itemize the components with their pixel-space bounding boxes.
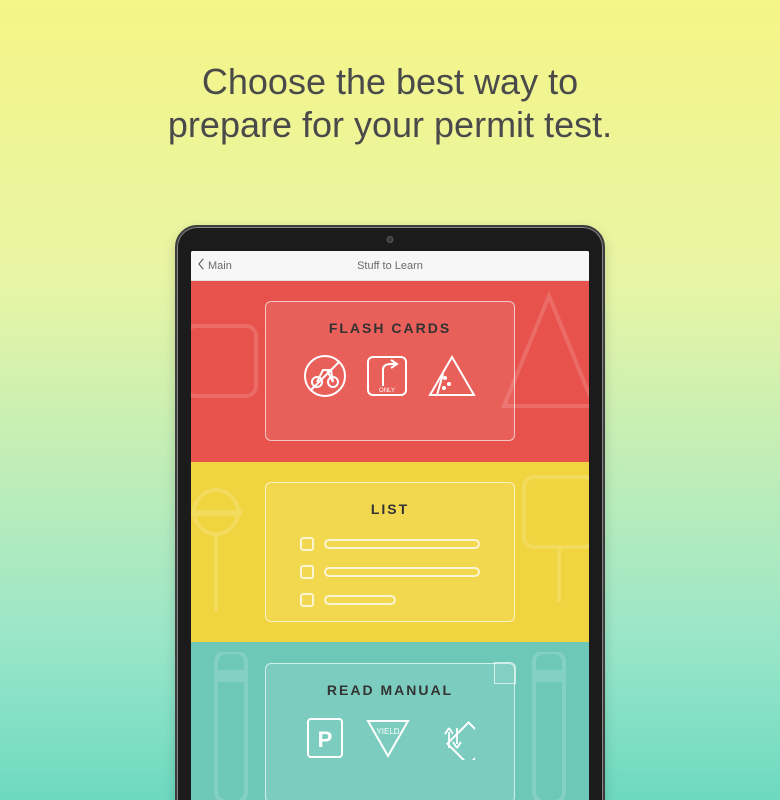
list-row	[300, 537, 480, 551]
no-bike-sign-icon	[303, 354, 347, 403]
study-sections: FLASH CARDS	[191, 281, 589, 800]
list-card[interactable]: LIST	[265, 482, 515, 622]
hero-line-1: Choose the best way to	[202, 61, 578, 102]
svg-text:P: P	[318, 727, 333, 752]
read-manual-icons: P YIELD	[305, 716, 475, 765]
svg-text:ONLY: ONLY	[379, 388, 395, 394]
flash-cards-icons: ONLY	[303, 354, 477, 403]
parking-sign-icon: P	[305, 716, 345, 765]
navbar: Main Stuff to Learn	[191, 251, 589, 281]
list-row	[300, 593, 480, 607]
read-manual-title: READ MANUAL	[327, 682, 453, 698]
tablet-camera	[387, 236, 394, 243]
hero-line-2: prepare for your permit test.	[168, 104, 612, 145]
read-manual-card[interactable]: READ MANUAL P YIELD	[265, 663, 515, 800]
back-label: Main	[208, 260, 232, 272]
list-title: LIST	[371, 501, 409, 517]
falling-rocks-sign-icon	[427, 354, 477, 403]
flash-cards-section: FLASH CARDS	[191, 281, 589, 462]
list-row	[300, 565, 480, 579]
list-rows-illustration	[300, 537, 480, 607]
read-manual-section: READ MANUAL P YIELD	[191, 642, 589, 800]
flash-cards-card[interactable]: FLASH CARDS	[265, 301, 515, 441]
back-button[interactable]: Main	[191, 258, 232, 273]
right-turn-only-sign-icon: ONLY	[365, 354, 409, 403]
tablet-frame: Main Stuff to Learn FLASH CARDS	[175, 225, 605, 800]
page-title: Stuff to Learn	[191, 260, 589, 272]
list-section: LIST	[191, 462, 589, 643]
flash-cards-title: FLASH CARDS	[329, 320, 451, 336]
hero-heading: Choose the best way to prepare for your …	[0, 0, 780, 146]
svg-text:YIELD: YIELD	[376, 727, 399, 736]
app-screen: Main Stuff to Learn FLASH CARDS	[191, 251, 589, 800]
page-corner-icon	[494, 662, 516, 684]
yield-sign-icon: YIELD	[363, 716, 413, 765]
two-way-traffic-sign-icon	[431, 716, 475, 765]
chevron-left-icon	[197, 258, 208, 273]
